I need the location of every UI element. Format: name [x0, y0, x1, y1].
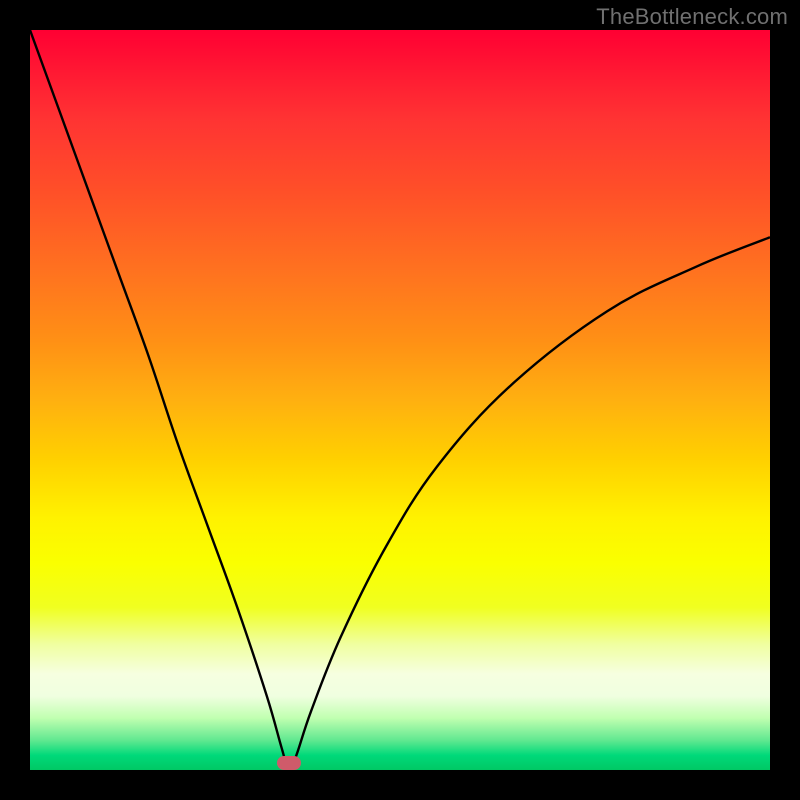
curve-path	[30, 30, 770, 770]
bottleneck-curve	[30, 30, 770, 770]
chart-frame: TheBottleneck.com	[0, 0, 800, 800]
plot-area	[30, 30, 770, 770]
minimum-marker	[277, 756, 301, 770]
attribution-watermark: TheBottleneck.com	[596, 4, 788, 30]
